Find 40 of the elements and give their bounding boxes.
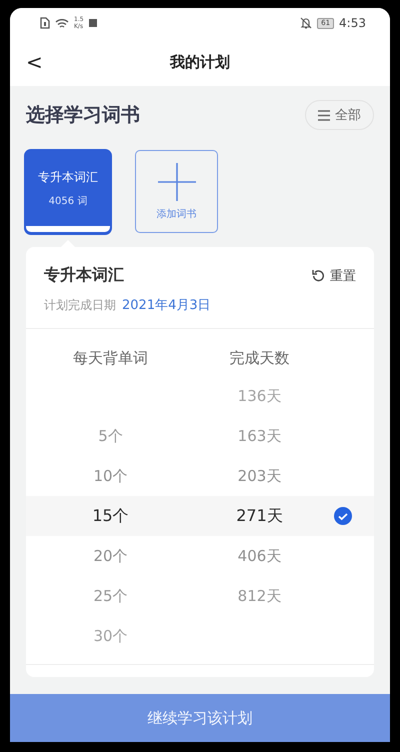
date-label: 计划完成日期 — [44, 296, 116, 314]
words-option[interactable]: 25个 — [36, 586, 185, 606]
menu-icon — [318, 110, 330, 120]
days-option[interactable]: 271天 — [185, 506, 334, 526]
reset-button[interactable]: 重置 — [312, 266, 356, 284]
sim-icon — [40, 17, 50, 29]
completion-date: 2021年4月3日 — [122, 297, 211, 314]
section-title: 选择学习词书 — [26, 103, 140, 128]
days-option[interactable]: 163天 — [185, 426, 334, 446]
plan-title: 专升本词汇 — [44, 265, 124, 286]
checkmark-icon — [334, 507, 352, 525]
bell-off-icon — [300, 17, 312, 29]
words-option[interactable]: 30个 — [36, 626, 185, 646]
picker-row[interactable]: 5个 163天 — [26, 416, 374, 456]
wifi-icon — [55, 18, 69, 28]
picker-row[interactable]: 25个 812天 — [26, 576, 374, 616]
selected-row[interactable]: 15个 271天 — [26, 496, 374, 536]
days-option[interactable]: 203天 — [185, 466, 334, 486]
plus-icon — [158, 162, 196, 200]
days-option[interactable]: 406天 — [185, 546, 334, 566]
words-option[interactable]: 20个 — [36, 546, 185, 566]
filter-button[interactable]: 全部 — [305, 100, 374, 130]
words-option[interactable]: 10个 — [36, 466, 185, 486]
picker-row[interactable]: 136天 — [26, 376, 374, 416]
picker-row[interactable]: 20个 406天 — [26, 536, 374, 576]
days-option[interactable]: 812天 — [185, 586, 334, 606]
column-header: 每天背单词 — [72, 349, 149, 368]
clock-time: 4:53 — [339, 16, 366, 30]
words-option[interactable]: 15个 — [36, 506, 185, 526]
refresh-icon — [312, 269, 325, 282]
column-header: 完成天数 — [228, 349, 290, 368]
picker-row[interactable]: 10个 203天 — [26, 456, 374, 496]
words-option[interactable]: 5个 — [36, 426, 185, 446]
back-button[interactable]: < — [26, 50, 46, 74]
picker-row[interactable]: 30个 — [26, 616, 374, 656]
add-book-button[interactable]: 添加词书 — [135, 150, 218, 233]
page-title: 我的计划 — [170, 52, 230, 72]
book-card[interactable]: 专升本词汇 4056 词 — [26, 150, 110, 232]
days-option[interactable]: 136天 — [185, 386, 334, 406]
square-icon — [88, 19, 97, 27]
